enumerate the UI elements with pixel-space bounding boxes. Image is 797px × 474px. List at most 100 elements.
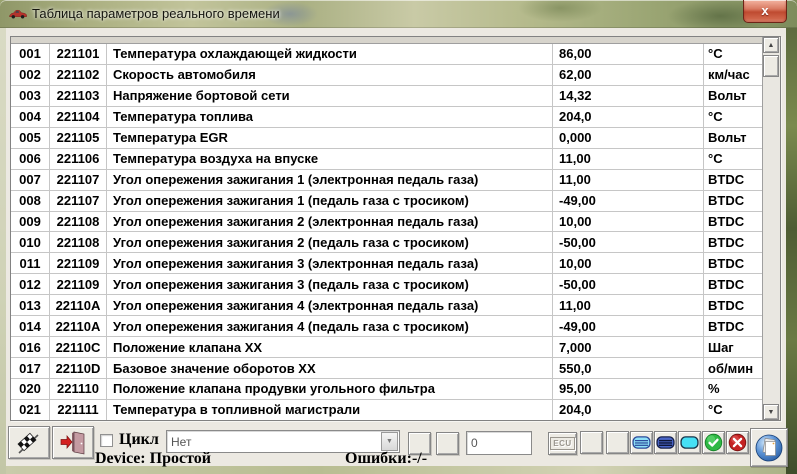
cell-unit: об/мин xyxy=(708,360,754,376)
cell-code: 221107 xyxy=(50,190,107,211)
cell-unit: BTDC xyxy=(708,318,745,334)
cell-code: 221109 xyxy=(50,274,107,295)
table-row[interactable]: 002 221102 Скорость автомобиля 62,00 км/час xyxy=(11,64,762,86)
scrollbar-thumb[interactable] xyxy=(763,55,779,77)
cancel-button[interactable] xyxy=(726,431,749,454)
table-row[interactable]: 003 221103 Напряжение бортовой сети 14,32 Во… xyxy=(11,85,762,107)
chevron-down-icon[interactable]: ▼ xyxy=(381,432,398,451)
table-row[interactable]: 009 221108 Угол опережения зажигания 2 (эл… xyxy=(11,211,762,233)
cell-name: Угол опережения зажигания 4 (электронная… xyxy=(107,295,553,316)
table-row[interactable]: 001 221101 Температура охлаждающей жидкост… xyxy=(11,44,762,65)
cell-num: 020 xyxy=(11,379,50,399)
table-row[interactable]: 020 221110 Положение клапана продувки угол… xyxy=(11,379,762,400)
cell-code: 22110A xyxy=(50,316,107,337)
cell-name: Угол опережения зажигания 1 (педаль газа… xyxy=(107,190,553,211)
cell-code: 22110A xyxy=(50,295,107,316)
cell-unit: °C xyxy=(708,109,723,125)
table-row[interactable]: 011 221109 Угол опережения зажигания 3 (эл… xyxy=(11,253,762,275)
cell-value: 10,00 xyxy=(553,211,704,232)
cell-name: Угол опережения зажигания 3 (электронная… xyxy=(107,253,553,274)
cell-name: Угол опережения зажигания 1 (электронная… xyxy=(107,169,553,190)
cell-num: 008 xyxy=(11,190,50,211)
cell-unit: °C xyxy=(708,402,723,418)
cell-name: Температура охлаждающей жидкости xyxy=(107,44,553,64)
cell-value: 95,00 xyxy=(553,379,704,399)
window-title: Таблица параметров реального времени xyxy=(32,6,280,21)
confirm-button[interactable] xyxy=(702,431,725,454)
cell-unit: Вольт xyxy=(708,130,747,146)
client-area: 001 221101 Температура охлаждающей жидкост… xyxy=(6,28,788,467)
cell-value: -50,00 xyxy=(553,274,704,295)
counter-input[interactable] xyxy=(466,431,532,455)
scroll-down-icon[interactable]: ▼ xyxy=(763,404,779,420)
checkered-flag-icon xyxy=(17,432,39,454)
cell-num: 003 xyxy=(11,85,50,106)
cell-name: Положение клапана ХХ xyxy=(107,337,553,358)
cell-code: 221110 xyxy=(50,379,107,399)
list-view-dark-button[interactable] xyxy=(654,431,677,454)
panel-view-button[interactable] xyxy=(678,431,701,454)
cell-value: 11,00 xyxy=(553,169,704,190)
cell-value: 14,32 xyxy=(553,85,704,106)
car-icon[interactable] xyxy=(8,8,28,20)
app-window: Таблица параметров реального времени x 0… xyxy=(0,0,797,474)
list-view-light-button[interactable] xyxy=(630,431,653,454)
cell-value: -50,00 xyxy=(553,232,704,253)
finish-flag-button[interactable] xyxy=(8,426,50,459)
cell-num: 006 xyxy=(11,148,50,169)
cell-value: 86,00 xyxy=(553,44,704,64)
cell-name: Температура воздуха на впуске xyxy=(107,148,553,169)
cell-name: Положение клапана продувки угольного фил… xyxy=(107,379,553,399)
cell-value: 7,000 xyxy=(553,337,704,358)
cell-name: Температура топлива xyxy=(107,106,553,127)
exit-door-button[interactable] xyxy=(52,426,94,459)
table-row[interactable]: 016 22110C Положение клапана ХХ 7,000 Шаг xyxy=(11,337,762,359)
table-row[interactable]: 017 22110D Базовое значение оборотов ХХ 550… xyxy=(11,358,762,379)
ecu-icon: ECU xyxy=(550,437,575,450)
check-circle-icon xyxy=(704,433,723,452)
cell-unit: BTDC xyxy=(708,234,745,250)
cell-code: 221104 xyxy=(50,106,107,127)
blank-button-4[interactable] xyxy=(606,431,629,454)
scroll-up-icon[interactable]: ▲ xyxy=(763,37,779,53)
cell-code: 221101 xyxy=(50,44,107,64)
cell-name: Напряжение бортовой сети xyxy=(107,85,553,106)
cell-code: 221106 xyxy=(50,148,107,169)
table-row[interactable]: 013 22110A Угол опережения зажигания 4 (эл… xyxy=(11,295,762,317)
cell-code: 221102 xyxy=(50,64,107,85)
cell-code: 221111 xyxy=(50,399,107,420)
cell-num: 002 xyxy=(11,64,50,85)
parameters-table: 001 221101 Температура охлаждающей жидкост… xyxy=(10,36,781,421)
table-row[interactable]: 004 221104 Температура топлива 204,0 °C xyxy=(11,106,762,128)
cell-num: 016 xyxy=(11,337,50,358)
cell-unit: °C xyxy=(708,151,723,167)
cell-code: 221108 xyxy=(50,211,107,232)
table-row[interactable]: 007 221107 Угол опережения зажигания 1 (эл… xyxy=(11,169,762,191)
table-row[interactable]: 005 221105 Температура EGR 0,000 Вольт xyxy=(11,127,762,149)
cell-unit: BTDC xyxy=(708,172,745,188)
cross-circle-icon xyxy=(728,433,747,452)
table-body: 001 221101 Температура охлаждающей жидкост… xyxy=(11,37,762,420)
report-button[interactable] xyxy=(750,428,788,467)
table-row[interactable]: 021 221111 Температура в топливной магистр… xyxy=(11,399,762,420)
blank-button-3[interactable] xyxy=(580,431,603,454)
cell-unit: Шаг xyxy=(708,339,734,355)
cell-num: 005 xyxy=(11,127,50,148)
cycle-checkbox[interactable] xyxy=(100,434,113,447)
cell-value: 204,0 xyxy=(553,399,704,420)
cell-name: Угол опережения зажигания 3 (педаль газа… xyxy=(107,274,553,295)
cell-num: 017 xyxy=(11,358,50,378)
table-row[interactable]: 014 22110A Угол опережения зажигания 4 (пе… xyxy=(11,316,762,338)
table-row[interactable]: 012 221109 Угол опережения зажигания 3 (пе… xyxy=(11,274,762,296)
titlebar[interactable]: Таблица параметров реального времени x xyxy=(0,0,797,28)
blank-button-2[interactable] xyxy=(436,432,459,455)
cell-unit: BTDC xyxy=(708,276,745,292)
table-row[interactable]: 010 221108 Угол опережения зажигания 2 (пе… xyxy=(11,232,762,254)
table-row[interactable]: 008 221107 Угол опережения зажигания 1 (пе… xyxy=(11,190,762,212)
exit-door-icon xyxy=(60,431,85,454)
cell-code: 221108 xyxy=(50,232,107,253)
vertical-scrollbar[interactable]: ▲ ▼ xyxy=(762,37,780,420)
ecu-button[interactable]: ECU xyxy=(548,432,577,455)
table-row[interactable]: 006 221106 Температура воздуха на впуске 11… xyxy=(11,148,762,170)
close-button[interactable]: x xyxy=(743,0,787,23)
